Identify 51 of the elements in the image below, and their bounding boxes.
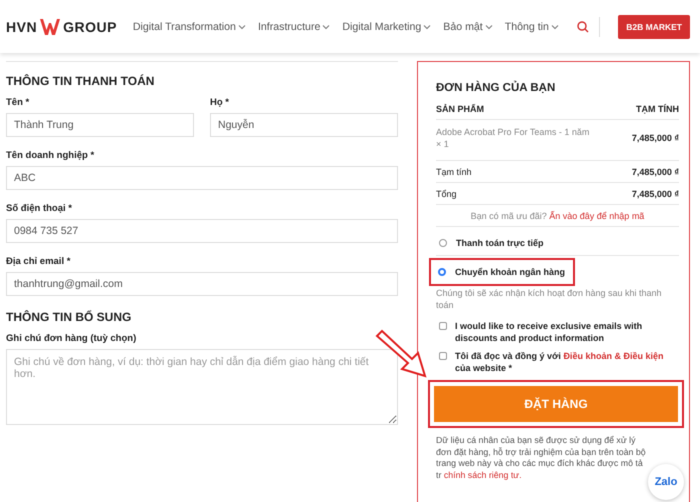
field-label: Họ * <box>210 97 230 108</box>
payment-label: Chuyển khoản ngân hàng <box>455 267 566 277</box>
total-label: Tổng <box>436 189 457 199</box>
checkbox[interactable] <box>439 322 447 330</box>
input-field[interactable]: thanhtrung@gmail.com <box>6 272 398 296</box>
payment-label: Thanh toán trực tiếp <box>456 238 544 248</box>
payment-option[interactable]: Chuyển khoản ngân hàng <box>431 260 574 284</box>
input-field[interactable]: 0984 735 527 <box>6 219 398 243</box>
total-label: Tạm tính <box>436 167 472 177</box>
b2b-market-button[interactable]: B2B MARKET <box>618 14 690 38</box>
logo-text: GROUP <box>63 18 117 34</box>
checkbox[interactable] <box>439 352 447 360</box>
search-icon[interactable] <box>576 20 589 32</box>
radio-button[interactable] <box>439 239 447 247</box>
payment-description: Chúng tôi sẽ xác nhận kích hoạt đơn hàng sau khi thanh toán <box>436 287 663 311</box>
input-field[interactable]: Thành Trung <box>6 113 194 137</box>
field-label: Ghi chú đơn hàng (tuỳ chọn) <box>6 333 138 344</box>
price: 7,485,000 ₫ <box>632 189 679 199</box>
input-field[interactable]: ABC <box>6 166 398 190</box>
column-header: SẢN PHẨM <box>436 104 484 114</box>
price: 7,485,000 ₫ <box>632 133 679 143</box>
payment-option[interactable]: Thanh toán trực tiếp <box>436 233 544 253</box>
nav-item[interactable]: Digital Transformation <box>132 20 246 32</box>
input-field[interactable]: Nguyễn <box>210 113 398 137</box>
section-heading: THÔNG TIN THANH TOÁN <box>6 74 156 88</box>
coupon-link[interactable]: Ấn vào đây để nhập mã <box>549 211 644 221</box>
logo-text: HVN <box>6 18 38 34</box>
nav-item[interactable]: Bảo mật <box>443 20 493 32</box>
terms-link[interactable]: Điều khoản & Điều kiện <box>563 351 664 361</box>
consent-text: Tôi đã đọc và đồng ý với Điều khoản & Điều kiện của website * <box>455 350 664 374</box>
nav-item[interactable]: Thông tin <box>504 20 559 32</box>
field-label: Tên doanh nghiệp * <box>6 150 96 161</box>
section-heading: THÔNG TIN BỔ SUNG <box>6 310 132 324</box>
logo-icon <box>39 16 62 36</box>
radio-button[interactable] <box>438 268 446 276</box>
consent-text: I would like to receive exclusive emails with discounts and product information <box>455 320 644 344</box>
product-name: Adobe Acrobat Pro For Teams - 1 năm × 1 <box>436 126 590 150</box>
nav-item[interactable]: Infrastructure <box>258 20 330 32</box>
column-header: TẠM TÍNH <box>636 104 679 114</box>
privacy-link[interactable]: chính sách riêng tư. <box>444 470 522 480</box>
coupon-text: Bạn có mã ưu đãi? Ấn vào đây để nhập mã <box>470 211 644 221</box>
field-label: Số điện thoại * <box>6 203 73 214</box>
notes-field[interactable]: Ghi chú về đơn hàng, ví dụ: thời gian hay chỉ dẫn địa điểm giao hàng chi tiết hơn. <box>6 349 398 425</box>
privacy-text: Dữ liệu cá nhân của bạn sẽ được sử dụng để xử lý đơn đặt hàng, hỗ trợ trải nghiệm của bạn trên toàn bộ trang web này và cho các mục đích khác được mô tả tr chính sách riêng tư. <box>436 435 647 481</box>
field-label: Tên * <box>6 97 30 108</box>
order-heading: ĐƠN HÀNG CỦA BẠN <box>436 82 556 94</box>
chat-button[interactable]: Zalo <box>648 464 684 500</box>
nav-item[interactable]: Digital Marketing <box>342 20 432 32</box>
field-label: Địa chỉ email * <box>6 256 72 267</box>
arrow-icon <box>376 330 426 378</box>
price: 7,485,000 ₫ <box>632 167 679 177</box>
